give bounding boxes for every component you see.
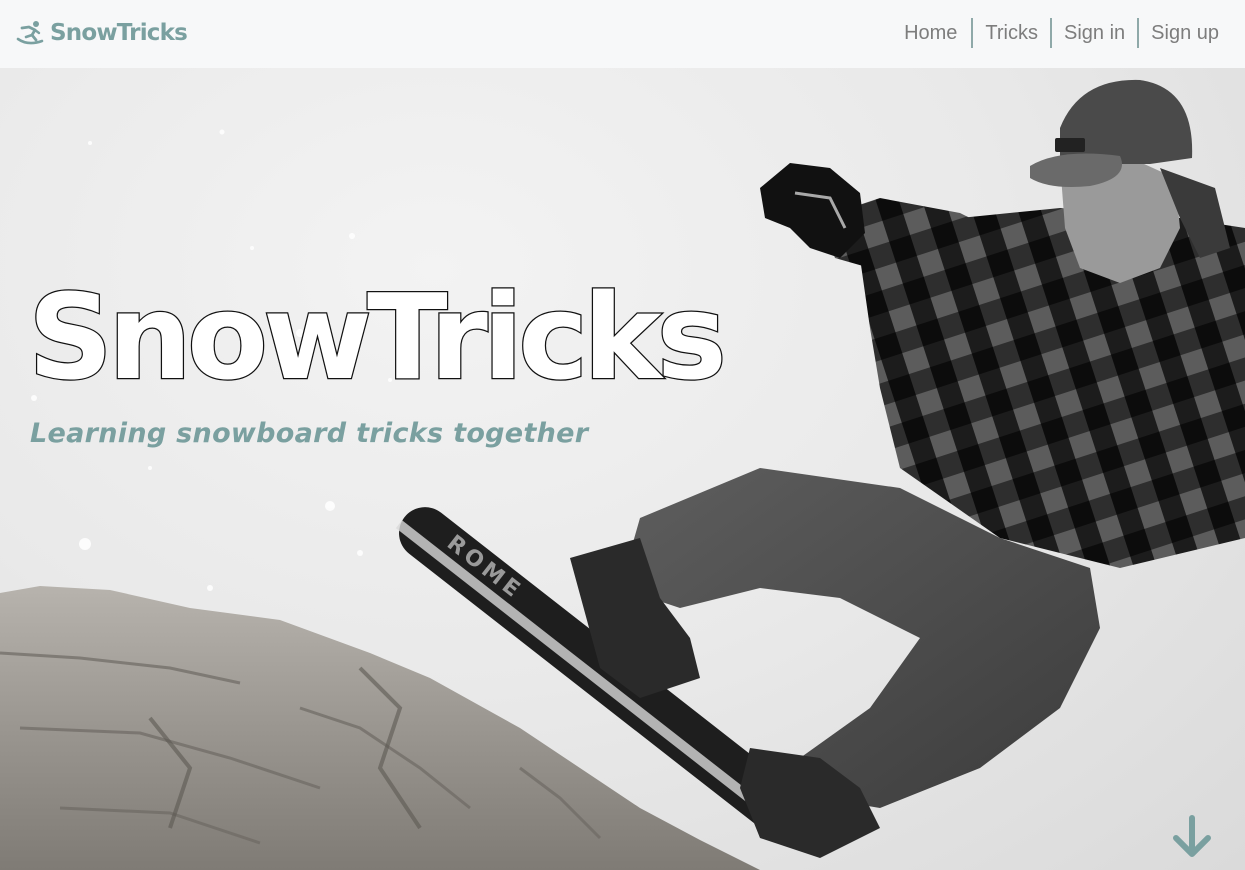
brand-name: SnowTricks bbox=[50, 20, 188, 46]
hero-section: ROME SnowTricks Learning snowboard trick… bbox=[0, 68, 1245, 870]
hero-snowboarder-image: ROME bbox=[0, 79, 1245, 870]
navbar: SnowTricks Home Tricks Sign in Sign up bbox=[0, 0, 1245, 68]
arrow-down-icon[interactable] bbox=[1170, 814, 1214, 860]
nav-sign-in-link[interactable]: Sign in bbox=[1052, 18, 1137, 48]
nav-home-link[interactable]: Home bbox=[904, 18, 971, 48]
snowboarder-icon bbox=[16, 21, 44, 45]
main-nav: Home Tricks Sign in Sign up bbox=[904, 17, 1231, 49]
nav-tricks-link[interactable]: Tricks bbox=[973, 18, 1050, 48]
brand-logo-link[interactable]: SnowTricks bbox=[16, 16, 188, 50]
hero-tagline: Learning snowboard tricks together bbox=[30, 418, 589, 449]
nav-sign-up-link[interactable]: Sign up bbox=[1139, 18, 1231, 48]
hero-title: SnowTricks bbox=[27, 268, 728, 406]
